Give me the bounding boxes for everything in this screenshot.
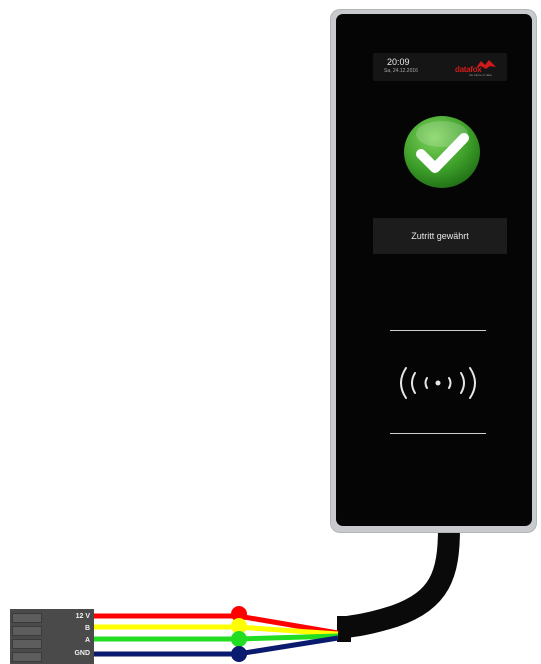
status-bar: 20:09 Sa, 24.12.2016 datafox the future … [373,53,507,81]
pin-slot [12,613,42,623]
dot-gnd [231,646,247,662]
rfid-icon [400,367,476,399]
datafox-logo: datafox the future of data [455,60,503,78]
logo-subtext: the future of data [469,73,492,77]
reader-line-top [390,330,486,331]
clock-date: Sa, 24.12.2016 [384,68,418,74]
dot-a [231,631,247,647]
access-message: Zutritt gewährt [411,231,469,241]
cable-end [337,616,351,642]
clock-time: 20:09 [387,57,410,67]
wires [92,613,339,657]
device-cable [337,527,460,639]
device-front-panel [336,14,532,526]
pin-slot [12,639,42,649]
pin-label-b: B [84,625,90,632]
terminal-connector: 12 V B A GND [10,609,94,664]
pin-label-a: A [84,637,90,644]
pin-slot [12,652,42,662]
message-bar: Zutritt gewährt [373,218,507,254]
wire-a [92,633,339,642]
reader-line-bottom [390,433,486,434]
pin-label-gnd: GND [74,650,90,657]
check-icon [404,116,480,188]
pin-label-12v: 12 V [75,613,90,620]
pin-slot [12,626,42,636]
